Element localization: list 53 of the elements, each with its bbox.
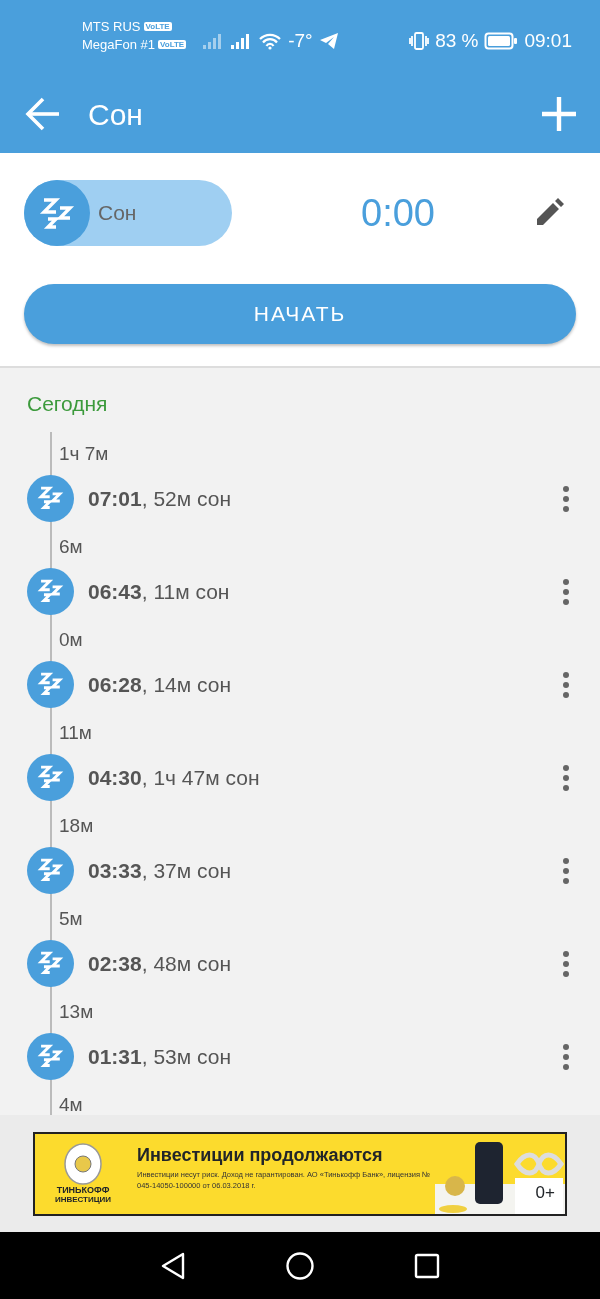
temperature: -7° xyxy=(288,29,313,53)
sleep-entry[interactable]: 07:01, 52м сон xyxy=(88,482,562,515)
clock: 09:01 xyxy=(524,29,572,53)
sleep-icon xyxy=(27,847,74,894)
carrier-name: MTS RUS xyxy=(82,19,141,34)
timer: 0:00 xyxy=(360,190,436,236)
gap-duration: 5м xyxy=(59,906,83,931)
gap-duration: 13м xyxy=(59,999,94,1024)
sleep-entry[interactable]: 01:31, 53м сон xyxy=(88,1040,562,1073)
carrier-name: MegaFon #1 xyxy=(82,37,155,52)
sleep-entry[interactable]: 02:38, 48м сон xyxy=(88,947,562,980)
section-header: Сегодня xyxy=(27,391,109,417)
sleep-entry[interactable]: 06:28, 14м сон xyxy=(88,668,562,701)
more-icon[interactable] xyxy=(562,670,570,699)
back-icon[interactable] xyxy=(159,1250,187,1281)
sleep-icon xyxy=(27,1033,74,1080)
battery-percent: 83 % xyxy=(435,29,479,53)
gap-duration: 1ч 7м xyxy=(59,441,109,466)
brand-subtitle: ИНВЕСТИЦИИ xyxy=(54,1195,112,1204)
wifi-icon xyxy=(258,32,283,51)
sleep-icon xyxy=(27,568,74,615)
emblem-icon xyxy=(63,1143,103,1185)
gap-duration: 4м xyxy=(59,1092,83,1115)
volte-badge: VoLTE xyxy=(143,22,172,31)
sleep-icon xyxy=(27,940,74,987)
ad-headline[interactable]: Инвестиции продолжаются xyxy=(137,1143,435,1166)
edit-icon[interactable] xyxy=(534,198,564,228)
sleep-icon xyxy=(27,475,74,522)
more-icon[interactable] xyxy=(562,484,570,513)
sleep-icon xyxy=(27,754,74,801)
sleep-entry[interactable]: 06:43, 11м сон xyxy=(88,575,562,608)
sleep-entry[interactable]: 04:30, 1ч 47м сон xyxy=(88,761,562,794)
battery-icon xyxy=(484,31,519,52)
gap-duration: 0м xyxy=(59,627,83,652)
gap-duration: 11м xyxy=(59,720,92,745)
sleep-icon xyxy=(27,661,74,708)
telegram-icon xyxy=(318,32,339,51)
brand-name: ТИНЬКОФФ xyxy=(56,1185,110,1195)
more-icon[interactable] xyxy=(562,1042,570,1071)
home-icon[interactable] xyxy=(285,1250,315,1281)
volte-badge: VoLTE xyxy=(158,40,187,49)
more-icon[interactable] xyxy=(562,763,570,792)
more-icon[interactable] xyxy=(562,856,570,885)
gap-duration: 18м xyxy=(59,813,94,838)
recents-icon[interactable] xyxy=(413,1251,441,1280)
more-icon[interactable] xyxy=(562,577,570,606)
more-icon[interactable] xyxy=(562,949,570,978)
add-icon[interactable] xyxy=(542,97,576,131)
gap-duration: 6м xyxy=(59,534,83,559)
activity-selector[interactable]: Сон xyxy=(24,180,232,246)
sleep-entry[interactable]: 03:33, 37м сон xyxy=(88,854,562,887)
vibrate-icon xyxy=(409,31,430,52)
screen-title: Сон xyxy=(88,96,144,133)
